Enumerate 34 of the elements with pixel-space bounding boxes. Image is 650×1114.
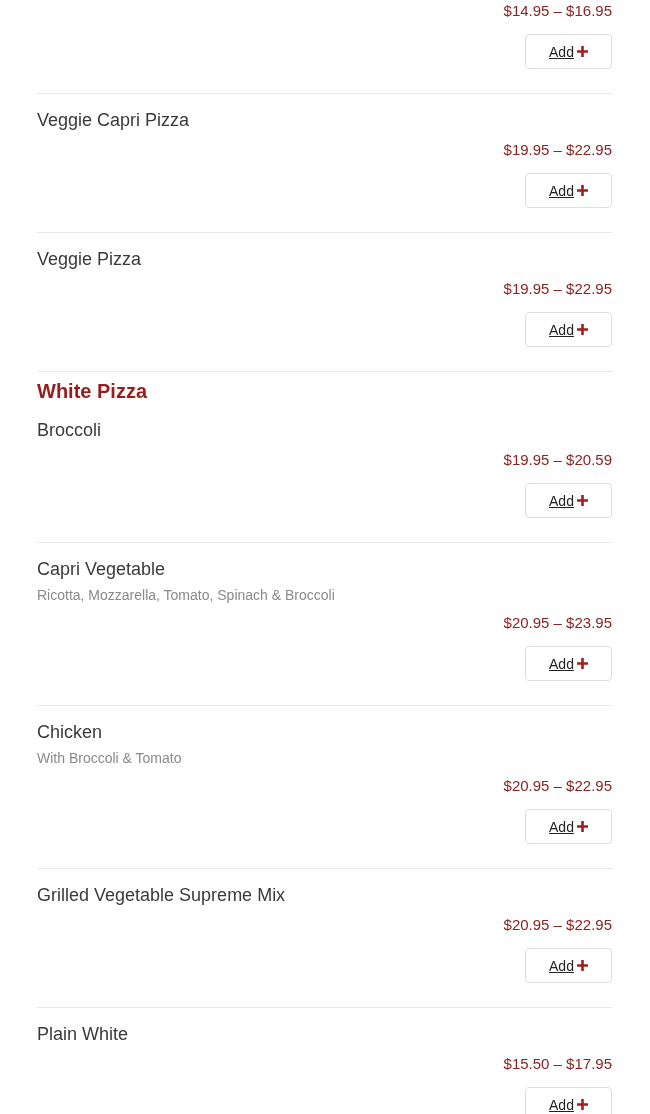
plus-icon: [576, 658, 588, 669]
plus-icon: [576, 324, 588, 335]
add-button[interactable]: Add: [525, 646, 612, 681]
item-name: Grilled Vegetable Supreme Mix: [37, 884, 287, 907]
price-range: $19.95 – $22.95: [503, 279, 612, 299]
price-range: $20.95 – $22.95: [503, 915, 612, 935]
price-range: $20.95 – $23.95: [503, 613, 612, 633]
add-button[interactable]: Add: [525, 312, 612, 347]
price-range: $20.95 – $22.95: [503, 776, 612, 796]
item-description: Ricotta, Mozzarella, Tomato, Spinach & Broccoli: [37, 586, 336, 605]
price-range: $19.95 – $22.95: [503, 140, 612, 160]
item-name: Veggie Pizza: [37, 248, 143, 271]
item-name: Capri Vegetable: [37, 558, 167, 581]
add-button[interactable]: Add: [525, 948, 612, 983]
price-range: $14.95 – $16.95: [503, 1, 612, 21]
category-heading: White Pizza: [37, 379, 149, 404]
add-button[interactable]: Add: [525, 173, 612, 208]
add-button[interactable]: Add: [525, 809, 612, 844]
add-button[interactable]: Add: [525, 34, 612, 69]
plus-icon: [576, 960, 588, 971]
add-button[interactable]: Add: [525, 483, 612, 518]
plus-icon: [576, 46, 588, 57]
plus-icon: [576, 1099, 588, 1110]
item-name: Plain White: [37, 1023, 130, 1046]
item-name: Veggie Capri Pizza: [37, 109, 191, 132]
plus-icon: [576, 185, 588, 196]
plus-icon: [576, 821, 588, 832]
item-name: Broccoli: [37, 419, 103, 442]
price-range: $19.95 – $20.59: [503, 450, 612, 470]
plus-icon: [576, 495, 588, 506]
add-button[interactable]: Add: [525, 1087, 612, 1114]
price-range: $15.50 – $17.95: [503, 1054, 612, 1074]
item-name: Chicken: [37, 721, 104, 744]
item-description: With Broccoli & Tomato: [37, 749, 183, 768]
